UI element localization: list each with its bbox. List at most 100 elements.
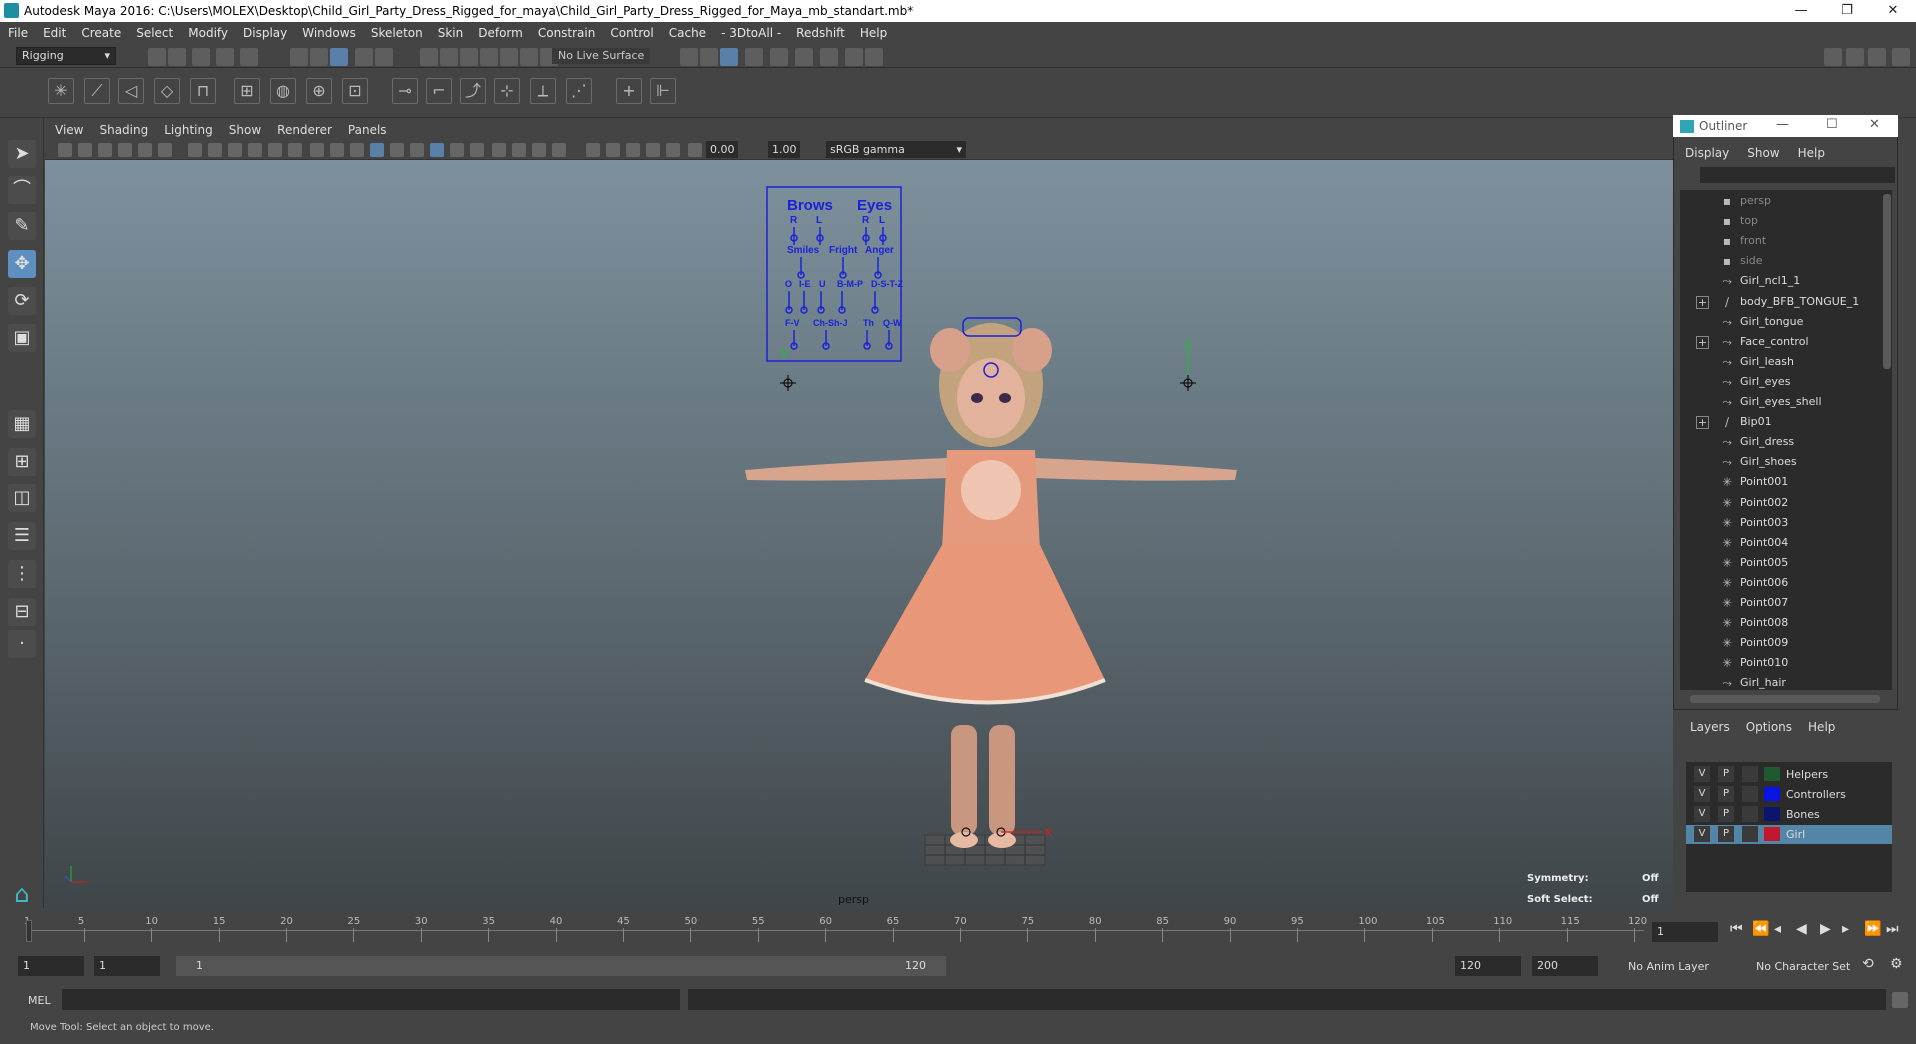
shelf-tool-2-icon[interactable]: ◁: [118, 78, 144, 104]
layer-color-swatch[interactable]: [1764, 807, 1780, 821]
go-to-start-icon[interactable]: ⏮: [1730, 921, 1743, 937]
panel-menu-1[interactable]: Shading: [99, 123, 148, 137]
panel-tool-10-icon[interactable]: [268, 143, 282, 157]
start-time-field[interactable]: 1: [18, 956, 84, 976]
status-tool-19-icon[interactable]: [720, 48, 738, 66]
shelf-tool-4-icon[interactable]: ⊓: [190, 78, 216, 104]
panel-tool-11-icon[interactable]: [288, 143, 302, 157]
menu-5[interactable]: Display: [243, 26, 287, 40]
close-button[interactable]: ✕: [1870, 0, 1916, 22]
layer-visibility-toggle[interactable]: V: [1694, 806, 1710, 822]
status-tool-3-icon[interactable]: [216, 48, 234, 66]
panel-menu-3[interactable]: Show: [229, 123, 261, 137]
panel-tool-4-icon[interactable]: [138, 143, 152, 157]
outliner-item[interactable]: Face_control: [1740, 332, 1809, 352]
outliner-item[interactable]: Point010: [1740, 653, 1788, 673]
menu-set-selector[interactable]: Rigging ▾: [16, 47, 116, 65]
panel-menu-4[interactable]: Renderer: [277, 123, 332, 137]
panel-tool-25-icon[interactable]: [586, 143, 600, 157]
viewport-persp[interactable]: Brows Eyes R L R L Smiles Fright Anger O…: [45, 160, 1673, 912]
layer-playback-toggle[interactable]: P: [1718, 786, 1734, 802]
panel-tool-20-icon[interactable]: [470, 143, 484, 157]
rotate-tool-icon[interactable]: ⟳: [8, 287, 36, 315]
status-tool-13-icon[interactable]: [480, 48, 498, 66]
panel-tool-6-icon[interactable]: [188, 143, 202, 157]
status-tool-10-icon[interactable]: [420, 48, 438, 66]
menu-15[interactable]: Help: [860, 26, 887, 40]
layer-visibility-toggle[interactable]: V: [1694, 766, 1710, 782]
shelf-tool-6-icon[interactable]: ◍: [270, 78, 296, 104]
shelf-tool-16-icon[interactable]: ⊩: [650, 78, 676, 104]
anim-prefs-icon[interactable]: ⚙: [1890, 956, 1903, 972]
outliner-item[interactable]: side: [1740, 251, 1763, 271]
status-tool-6-icon[interactable]: [310, 48, 328, 66]
outliner-item[interactable]: Point007: [1740, 593, 1788, 613]
panel-tool-29-icon[interactable]: [666, 143, 680, 157]
shelf-tool-13-icon[interactable]: ⟂: [530, 78, 556, 104]
menu-4[interactable]: Modify: [188, 26, 228, 40]
menu-2[interactable]: Create: [81, 26, 121, 40]
layer-type-toggle[interactable]: [1742, 806, 1758, 822]
status-tool-0-icon[interactable]: [148, 48, 166, 66]
panel-tool-12-icon[interactable]: [310, 143, 324, 157]
playback-start-field[interactable]: 1: [94, 956, 160, 976]
maya-home-icon[interactable]: ⌂: [6, 880, 38, 908]
colorspace-selector[interactable]: sRGB gamma ▾: [826, 141, 966, 158]
menu-9[interactable]: Deform: [478, 26, 523, 40]
outliner-item[interactable]: Point004: [1740, 533, 1788, 553]
current-time-indicator[interactable]: [26, 920, 32, 942]
panel-tool-17-icon[interactable]: [410, 143, 424, 157]
panel-tool-27-icon[interactable]: [626, 143, 640, 157]
shelf-tool-7-icon[interactable]: ⊕: [306, 78, 332, 104]
layer-color-swatch[interactable]: [1764, 827, 1780, 841]
layer-row[interactable]: V P Girl: [1686, 825, 1892, 844]
panel-tool-2-icon[interactable]: [98, 143, 112, 157]
outliner-item[interactable]: Bip01: [1740, 412, 1772, 432]
panel-tool-24-icon[interactable]: [552, 143, 566, 157]
restore-button[interactable]: ❐: [1824, 0, 1870, 22]
status-tool-14-icon[interactable]: [500, 48, 518, 66]
panel-tool-15-icon[interactable]: [370, 143, 384, 157]
outliner-search-input[interactable]: [1700, 167, 1895, 183]
shelf-tool-5-icon[interactable]: ⊞: [234, 78, 260, 104]
layer-row[interactable]: V P Bones: [1686, 805, 1892, 824]
status-tool-21-icon[interactable]: [770, 48, 788, 66]
panel-tool-16-icon[interactable]: [390, 143, 404, 157]
anim-layer-selector[interactable]: No Anim Layer: [1628, 960, 1709, 973]
status-tool-1-icon[interactable]: [168, 48, 186, 66]
mel-input[interactable]: [62, 989, 680, 1010]
outliner-item[interactable]: Girl_dress: [1740, 432, 1794, 452]
status-tool-23-icon[interactable]: [820, 48, 838, 66]
panel-tool-18-icon[interactable]: [430, 143, 444, 157]
outliner-item[interactable]: Point003: [1740, 513, 1788, 533]
menu-10[interactable]: Constrain: [538, 26, 596, 40]
status-tool-17-icon[interactable]: [680, 48, 698, 66]
expand-icon[interactable]: +: [1696, 295, 1709, 309]
panel-tool-13-icon[interactable]: [330, 143, 344, 157]
girl-character[interactable]: [745, 323, 1237, 848]
status-tool-9-icon[interactable]: [375, 48, 393, 66]
panel-tool-8-icon[interactable]: [228, 143, 242, 157]
layout-graph-icon[interactable]: ⋮: [8, 560, 36, 588]
status-tool-8-icon[interactable]: [355, 48, 373, 66]
panel-menu-2[interactable]: Lighting: [164, 123, 213, 137]
expand-icon[interactable]: +: [1696, 416, 1709, 430]
panel-tool-28-icon[interactable]: [646, 143, 660, 157]
outliner-item[interactable]: Girl_eyes: [1740, 372, 1790, 392]
outliner-item[interactable]: Point005: [1740, 553, 1788, 573]
panel-tool-5-icon[interactable]: [158, 143, 172, 157]
status-tool-22-icon[interactable]: [795, 48, 813, 66]
outliner-hscrollbar[interactable]: [1690, 695, 1880, 703]
move-tool-icon[interactable]: ✥: [8, 250, 36, 278]
outliner-item[interactable]: Point002: [1740, 493, 1788, 513]
outliner-item[interactable]: Point009: [1740, 633, 1788, 653]
layer-type-toggle[interactable]: [1742, 766, 1758, 782]
expand-icon[interactable]: +: [1696, 335, 1709, 349]
layer-row[interactable]: V P Controllers: [1686, 785, 1892, 804]
side-tabs[interactable]: [1900, 130, 1916, 370]
outliner-item[interactable]: front: [1740, 231, 1766, 251]
layer-row[interactable]: V P Helpers: [1686, 765, 1892, 784]
menu-14[interactable]: Redshift: [796, 26, 845, 40]
layout-single-icon[interactable]: ▦: [8, 410, 36, 438]
outliner-minimize-button[interactable]: —: [1776, 117, 1789, 132]
